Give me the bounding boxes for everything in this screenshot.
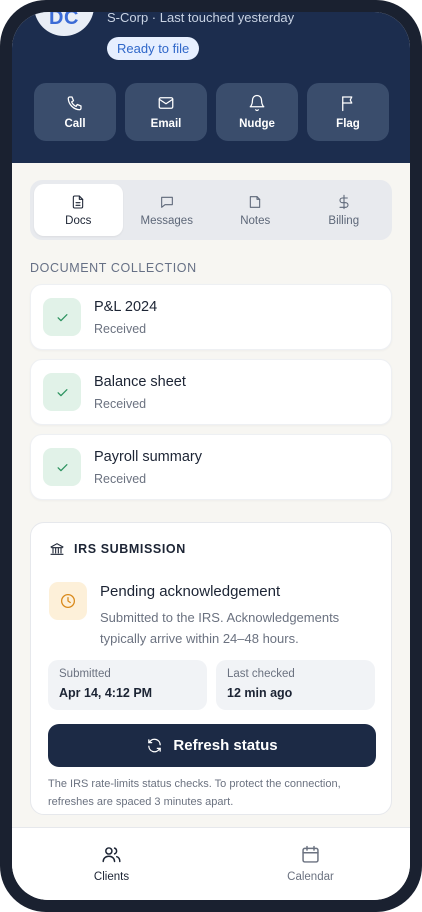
check-icon [57, 388, 67, 396]
nav-clients-label: Clients [93, 871, 130, 883]
document-title: P&L 2024 [94, 299, 158, 315]
rate-limit-note: The IRS rate-limits status checks. To pr… [48, 778, 341, 808]
received-badge [43, 448, 81, 486]
document-card[interactable]: P&L 2024 Received [30, 284, 392, 350]
nav-calendar-label: Calendar [287, 871, 334, 883]
refresh-status-button[interactable]: Refresh status [48, 724, 376, 767]
app-screen: DC S-Corp · Last touched yesterday Ready… [12, 12, 410, 900]
client-header: DC S-Corp · Last touched yesterday Ready… [12, 12, 410, 163]
email-label: Email [150, 118, 182, 130]
received-badge [43, 373, 81, 411]
refresh-icon [148, 738, 162, 753]
call-button[interactable]: Call [34, 83, 116, 141]
email-button[interactable]: Email [125, 83, 207, 141]
tab-notes-label: Notes [240, 214, 271, 227]
irs-heading: IRS SUBMISSION [74, 542, 186, 556]
flag-button[interactable]: Flag [307, 83, 389, 141]
note-icon [250, 195, 261, 208]
document-title: Payroll summary [94, 449, 202, 465]
clock-icon [60, 593, 76, 609]
tab-messages-label: Messages [140, 214, 193, 227]
mail-icon [158, 97, 174, 109]
tab-docs-label: Docs [65, 214, 92, 227]
calendar-icon [302, 845, 319, 863]
nav-calendar[interactable]: Calendar [211, 828, 410, 900]
tab-messages[interactable]: Messages [123, 184, 212, 236]
message-icon [160, 196, 173, 208]
submitted-label: Submitted [59, 668, 111, 680]
quick-actions: Call Email Nudge Flag [34, 83, 389, 141]
submitted-info: Submitted Apr 14, 4:12 PM [48, 660, 207, 710]
tab-docs[interactable]: Docs [34, 184, 123, 236]
document-status: Received [94, 397, 147, 411]
check-icon [57, 463, 67, 471]
irs-status-title: Pending acknowledgement [100, 583, 281, 600]
phone-icon [67, 96, 82, 111]
flag-label: Flag [336, 118, 360, 130]
bottom-nav: Clients Calendar [12, 827, 410, 900]
tab-billing-label: Billing [328, 214, 360, 227]
last-checked-info: Last checked 12 min ago [216, 660, 375, 710]
document-icon [73, 194, 84, 209]
last-checked-value: 12 min ago [227, 686, 293, 700]
tab-billing[interactable]: Billing [300, 184, 389, 236]
client-subtitle: S-Corp · Last touched yesterday [107, 12, 295, 25]
flag-icon [342, 96, 353, 112]
check-icon [57, 313, 67, 321]
document-card[interactable]: Balance sheet Received [30, 359, 392, 425]
status-badge: Ready to file [107, 37, 200, 60]
client-tabs: Docs Messages Notes Billing [30, 180, 392, 240]
bank-icon [50, 543, 64, 555]
irs-status-description: Submitted to the IRS. Acknowledgements t… [100, 610, 340, 646]
users-icon [102, 847, 121, 863]
bell-icon [249, 94, 265, 112]
irs-submission-card: IRS SUBMISSION Pending acknowledgement S… [30, 522, 392, 815]
refresh-status-label: Refresh status [173, 737, 278, 754]
nudge-label: Nudge [239, 118, 275, 130]
document-status: Received [94, 322, 147, 336]
irs-header: IRS SUBMISSION [49, 541, 186, 557]
document-card[interactable]: Payroll summary Received [30, 434, 392, 500]
document-collection-heading: DOCUMENT COLLECTION [30, 261, 197, 275]
received-badge [43, 298, 81, 336]
last-checked-label: Last checked [227, 668, 295, 680]
nav-clients[interactable]: Clients [12, 828, 211, 900]
document-title: Balance sheet [94, 374, 186, 390]
document-status: Received [94, 472, 147, 486]
pending-badge [49, 582, 87, 620]
submitted-value: Apr 14, 4:12 PM [59, 686, 153, 700]
nudge-button[interactable]: Nudge [216, 83, 298, 141]
call-label: Call [64, 118, 86, 130]
tab-notes[interactable]: Notes [211, 184, 300, 236]
dollar-icon [339, 194, 349, 209]
avatar: DC [34, 12, 94, 36]
device-frame: DC S-Corp · Last touched yesterday Ready… [0, 0, 422, 912]
